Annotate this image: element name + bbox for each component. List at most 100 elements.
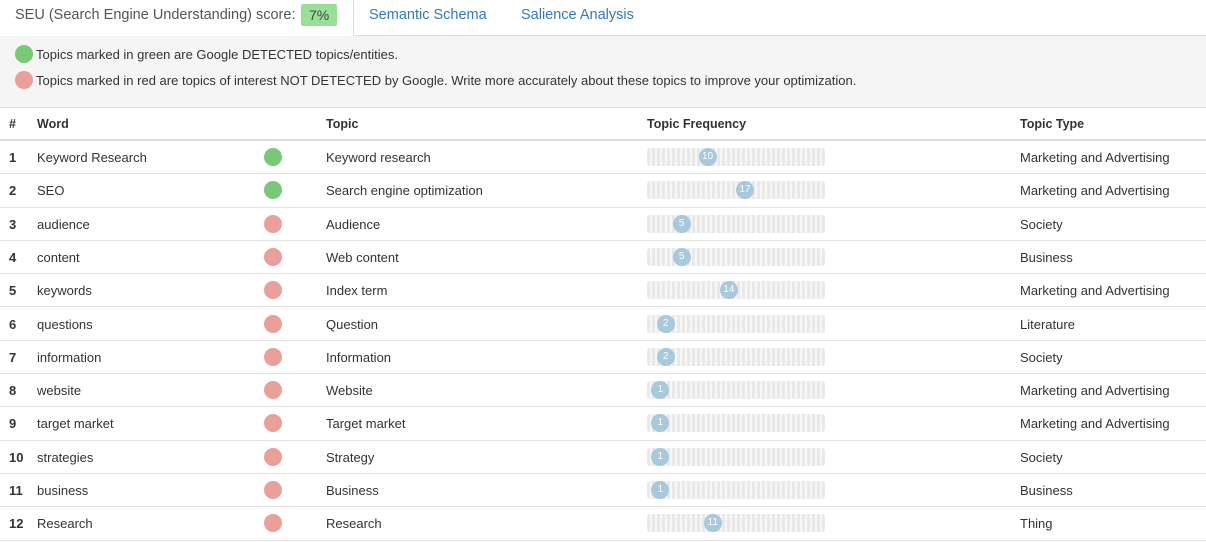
- frequency-bar: 14: [647, 281, 825, 300]
- row-number: 12: [9, 516, 24, 532]
- legend-panel: Topics marked in green are Google DETECT…: [0, 36, 1206, 108]
- row-number: 10: [9, 449, 24, 465]
- table-row: 10 strategies Strategy 1 Society: [0, 441, 1206, 474]
- detected-dot-icon: [264, 148, 282, 169]
- legend-detected-text: Topics marked in green are Google DETECT…: [36, 46, 398, 62]
- row-topic: Index term: [326, 283, 388, 299]
- row-number: 8: [9, 383, 17, 399]
- frequency-knob: 1: [651, 381, 670, 400]
- frequency-knob: 14: [719, 281, 738, 300]
- not-detected-dot-icon: [264, 481, 282, 502]
- not-detected-dot-icon: [264, 281, 282, 302]
- row-number: 1: [9, 150, 17, 165]
- frequency-bar: 2: [647, 347, 825, 366]
- table-header: # Word Topic Topic Frequency Topic Type: [0, 108, 1206, 141]
- not-detected-dot-icon: [264, 414, 282, 435]
- row-word: information: [37, 349, 102, 365]
- row-word: audience: [37, 216, 90, 232]
- table-row: 12 Research Research 11 Thing: [0, 507, 1206, 541]
- row-topic: Target market: [326, 416, 406, 432]
- row-word: keywords: [37, 283, 92, 299]
- row-type: Thing: [1020, 516, 1053, 532]
- frequency-bar: 10: [647, 148, 825, 166]
- not-detected-dot-icon: [264, 347, 282, 369]
- legend-not-detected: Topics marked in red are topics of inter…: [15, 71, 856, 89]
- row-topic: Search engine optimization: [326, 183, 483, 199]
- header-frequency: Topic Frequency: [647, 117, 747, 131]
- row-type: Society: [1020, 349, 1063, 365]
- detected-dot-icon: [264, 181, 282, 202]
- row-type: Business: [1020, 249, 1073, 265]
- status-dot: [264, 214, 282, 233]
- frequency-bar: 1: [647, 481, 825, 499]
- row-type: Society: [1020, 216, 1063, 232]
- frequency-bar: 1: [647, 381, 825, 400]
- frequency-knob: 1: [651, 447, 670, 466]
- status-dot: [264, 447, 282, 466]
- row-type: Marketing and Advertising: [1020, 183, 1170, 199]
- frequency-bar: 5: [647, 247, 825, 266]
- legend-not-detected-text: Topics marked in red are topics of inter…: [36, 72, 857, 88]
- seu-score-label: SEU (Search Engine Understanding) score:: [15, 7, 296, 23]
- frequency-knob: 1: [651, 414, 670, 433]
- row-topic: Keyword research: [326, 150, 431, 165]
- row-word: questions: [37, 316, 93, 332]
- header-type: Topic Type: [1020, 117, 1085, 131]
- table-row: 2 SEO Search engine optimization 17 Marketin…: [0, 174, 1206, 208]
- row-word: Research: [37, 516, 93, 532]
- status-dot: [264, 347, 282, 366]
- row-word: strategies: [37, 449, 94, 465]
- not-detected-dot-icon: [264, 247, 282, 269]
- tab-semantic-schema[interactable]: Semantic Schema: [369, 7, 487, 23]
- row-topic: Web content: [326, 249, 399, 265]
- row-type: Marketing and Advertising: [1020, 283, 1170, 299]
- red-dot-icon: [15, 71, 33, 89]
- row-number: 7: [9, 349, 17, 365]
- not-detected-dot-icon: [264, 314, 282, 336]
- row-number: 5: [9, 283, 17, 299]
- frequency-bar: 17: [647, 181, 825, 200]
- row-topic: Research: [326, 516, 382, 532]
- frequency-knob: 5: [672, 214, 691, 233]
- status-dot: [264, 247, 282, 266]
- header-topic: Topic: [326, 117, 359, 131]
- not-detected-dot-icon: [264, 381, 282, 402]
- row-number: 2: [9, 183, 17, 199]
- row-type: Marketing and Advertising: [1020, 150, 1170, 165]
- frequency-bar: 1: [647, 447, 825, 466]
- row-number: 9: [9, 416, 17, 432]
- table-row: 8 website Website 1 Marketing and Advertisin…: [0, 374, 1206, 408]
- header-num: #: [9, 117, 16, 131]
- frequency-knob: 5: [672, 247, 691, 266]
- frequency-bar: 1: [647, 414, 825, 433]
- frequency-knob: 10: [698, 148, 717, 166]
- status-dot: [264, 314, 282, 333]
- row-type: Marketing and Advertising: [1020, 416, 1170, 432]
- row-word: Keyword Research: [37, 150, 147, 165]
- row-number: 3: [9, 216, 17, 232]
- status-dot: [264, 481, 282, 499]
- row-number: 11: [9, 483, 23, 498]
- status-dot: [264, 181, 282, 200]
- tab-salience-analysis[interactable]: Salience Analysis: [521, 7, 634, 23]
- row-type: Literature: [1020, 316, 1075, 332]
- not-detected-dot-icon: [264, 447, 282, 469]
- row-word: SEO: [37, 183, 65, 199]
- frequency-bar: 11: [647, 514, 825, 533]
- frequency-bar: 5: [647, 214, 825, 233]
- legend-detected: Topics marked in green are Google DETECT…: [15, 45, 398, 63]
- row-topic: Information: [326, 349, 392, 365]
- row-number: 4: [9, 249, 17, 265]
- frequency-knob: 2: [656, 347, 675, 366]
- table-row: 5 keywords Index term 14 Marketing and Adver…: [0, 274, 1206, 308]
- row-word: website: [37, 383, 82, 399]
- table-row: 9 target market Target market 1 Marketing an…: [0, 407, 1206, 441]
- row-topic: Strategy: [326, 449, 375, 465]
- row-topic: Audience: [326, 216, 381, 232]
- not-detected-dot-icon: [264, 214, 282, 236]
- tab-seu-score[interactable]: SEU (Search Engine Understanding) score:…: [0, 0, 354, 37]
- status-dot: [264, 148, 282, 166]
- row-word: target market: [37, 416, 114, 432]
- row-type: Business: [1020, 483, 1073, 498]
- status-dot: [264, 281, 282, 300]
